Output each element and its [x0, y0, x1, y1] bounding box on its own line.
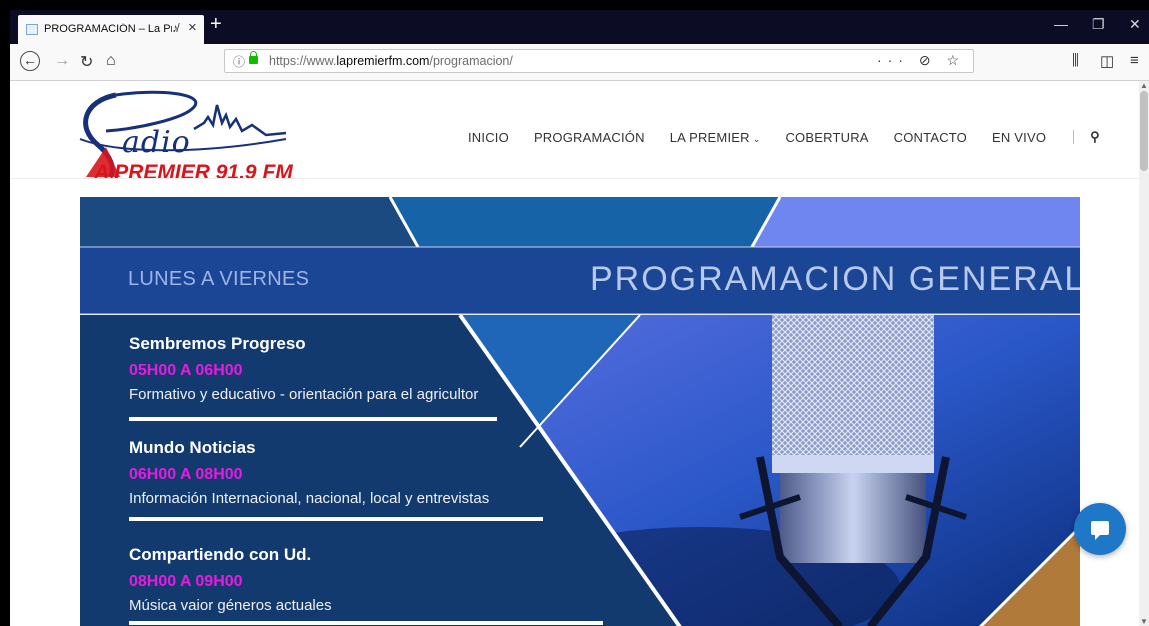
- nav-inicio[interactable]: INICIO: [468, 130, 509, 145]
- program-description: Información Internacional, nacional, loc…: [129, 490, 490, 507]
- logo-word: adio: [122, 125, 191, 160]
- browser-window: PROGRAMACIÓN – La Premier ♪̸ × + — ❐ ✕ ←…: [10, 10, 1149, 626]
- nav-en-vivo[interactable]: EN VIVO: [992, 130, 1046, 145]
- program-divider: [129, 517, 543, 521]
- menu-icon[interactable]: ≡: [1130, 52, 1139, 69]
- program-name: Sembremos Progreso: [129, 334, 306, 353]
- scroll-thumb[interactable]: [1140, 91, 1148, 171]
- secure-lock-icon[interactable]: [249, 51, 258, 64]
- search-icon[interactable]: ⚲: [1090, 129, 1100, 145]
- tab-title: PROGRAMACIÓN – La Premier: [44, 23, 172, 35]
- program-time: 06H00 A 08H00: [129, 466, 243, 483]
- scroll-up-icon[interactable]: ▲: [1140, 81, 1148, 90]
- logo-subtitle: A PREMIER 91.9 FM: [94, 161, 293, 184]
- library-icon[interactable]: ⫼: [1072, 52, 1079, 69]
- chevron-down-icon: ⌄: [752, 133, 761, 144]
- site-logo[interactable]: adio A PREMIER 91.9 FM: [76, 89, 316, 184]
- program-description: Música vaior géneros actuales: [129, 597, 332, 614]
- nav-la-premier-label: LA PREMIER: [669, 129, 750, 145]
- forward-arrow-icon[interactable]: →: [54, 52, 70, 70]
- home-icon[interactable]: ⌂: [106, 52, 116, 70]
- header-divider: [10, 178, 1139, 179]
- close-window-icon[interactable]: ✕: [1129, 16, 1141, 33]
- page-scrollbar[interactable]: ▲ ▼: [1139, 81, 1149, 626]
- navigation-toolbar: ← → ↻ ⌂ ⓘ https://www.lapremierfm.com/pr…: [10, 44, 1149, 81]
- program-time: 05H00 A 06H00: [129, 362, 243, 379]
- site-favicon-icon: [26, 24, 38, 35]
- program-description: Formativo y educativo - orientación para…: [129, 386, 479, 403]
- tab-strip: PROGRAMACIÓN – La Premier ♪̸ × + — ❐ ✕: [10, 10, 1149, 44]
- sidebar-icon[interactable]: ◫: [1100, 52, 1114, 70]
- programming-banner: LUNES A VIERNES PROGRAMACION GENERAL Sem…: [80, 197, 1080, 626]
- chat-bubble-icon: [1091, 521, 1109, 540]
- nav-programacion[interactable]: PROGRAMACIÓN: [534, 130, 645, 145]
- url-path: /programacion/: [429, 54, 513, 68]
- program-item: Mundo Noticias 06H00 A 08H00 Información…: [129, 438, 489, 507]
- address-bar[interactable]: ⓘ https://www.lapremierfm.com/programaci…: [224, 49, 974, 73]
- program-item: Compartiendo con Ud. 08H00 A 09H00 Músic…: [129, 545, 332, 614]
- new-tab-button[interactable]: +: [210, 13, 222, 36]
- url-domain: lapremierfm.com: [336, 54, 430, 68]
- tab-mute-icon[interactable]: ♪̸: [172, 21, 178, 35]
- banner-title: PROGRAMACION GENERAL: [590, 260, 1080, 298]
- main-navigation: INICIO PROGRAMACIÓN LA PREMIER ⌄ COBERTUR…: [468, 127, 1100, 147]
- page-actions[interactable]: ··· ⊘ ☆: [877, 52, 965, 69]
- web-page: adio A PREMIER 91.9 FM INICIO PROGRAMACI…: [10, 81, 1139, 626]
- url-text[interactable]: https://www.lapremierfm.com/programacion…: [269, 54, 513, 68]
- info-icon[interactable]: ⓘ: [233, 53, 245, 70]
- days-label: LUNES A VIERNES: [128, 268, 310, 290]
- program-divider: [129, 417, 497, 421]
- browser-tab[interactable]: PROGRAMACIÓN – La Premier ♪̸ ×: [18, 15, 204, 44]
- chat-button[interactable]: [1074, 503, 1126, 555]
- program-item: Sembremos Progreso 05H00 A 06H00 Formati…: [129, 334, 478, 403]
- back-arrow-icon[interactable]: ←: [20, 51, 40, 71]
- program-name: Mundo Noticias: [129, 438, 256, 457]
- nav-la-premier[interactable]: LA PREMIER ⌄: [670, 130, 761, 145]
- scroll-down-icon[interactable]: ▼: [1140, 617, 1148, 626]
- tab-close-icon[interactable]: ×: [188, 19, 197, 36]
- program-name: Compartiendo con Ud.: [129, 545, 312, 564]
- program-time: 08H00 A 09H00: [129, 573, 243, 590]
- minimize-icon[interactable]: —: [1054, 16, 1068, 32]
- restore-icon[interactable]: ❐: [1092, 16, 1105, 33]
- nav-contacto[interactable]: CONTACTO: [894, 130, 967, 145]
- reload-icon[interactable]: ↻: [80, 52, 93, 72]
- nav-divider: [1073, 130, 1075, 144]
- nav-cobertura[interactable]: COBERTURA: [785, 130, 868, 145]
- program-divider: [129, 621, 603, 625]
- url-protocol: https://www.: [269, 54, 337, 68]
